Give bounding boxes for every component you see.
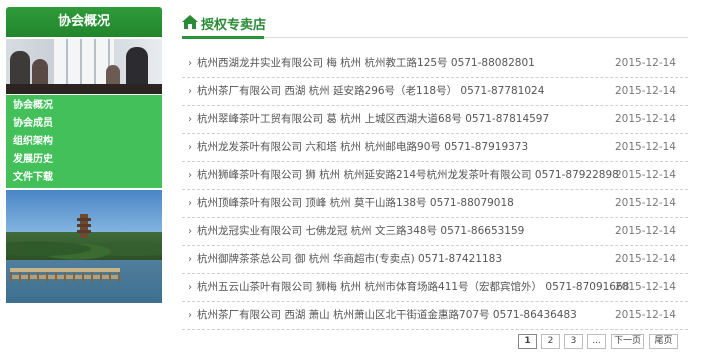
list-item: › 杭州御牌茶茶总公司 御 杭州 华商超市(专卖点) 0571-87421183…	[182, 246, 688, 274]
page-title: 授权专卖店	[201, 18, 267, 33]
list-item-date: 2015-12-14	[614, 253, 676, 265]
list-item-link[interactable]: 杭州龙发茶叶有限公司 六和塔 杭州 杭州邮电路90号 0571-87919373	[197, 134, 528, 161]
last-page-button[interactable]: 尾页	[649, 334, 678, 349]
sidebar-item-structure[interactable]: 组织架构	[6, 133, 162, 151]
list-item-date: 2015-12-14	[614, 197, 676, 209]
list-item: › 杭州狮峰茶叶有限公司 狮 杭州 杭州延安路214号杭州龙发茶叶有限公司 05…	[182, 162, 688, 190]
list-item-date: 2015-12-14	[614, 141, 676, 153]
page-ellipsis-button[interactable]: ...	[587, 334, 606, 349]
list-item-date: 2015-12-14	[614, 281, 676, 293]
list-item-link[interactable]: 杭州顶峰茶叶有限公司 顶峰 杭州 莫干山路138号 0571-88079018	[197, 190, 514, 217]
list-item-link[interactable]: 杭州御牌茶茶总公司 御 杭州 华商超市(专卖点) 0571-87421183	[197, 246, 502, 273]
list-item: › 杭州西湖龙井实业有限公司 梅 杭州 杭州教工路125号 0571-88082…	[182, 50, 688, 78]
chevron-right-icon: ›	[188, 226, 192, 237]
list-item: › 杭州茶厂有限公司 西湖 萧山 杭州萧山区北干街道金惠路707号 0571-8…	[182, 302, 688, 330]
chevron-right-icon: ›	[188, 142, 192, 153]
list-item-link[interactable]: 杭州狮峰茶叶有限公司 狮 杭州 杭州延安路214号杭州龙发茶叶有限公司 0571…	[197, 162, 619, 189]
list-item-date: 2015-12-14	[614, 225, 676, 237]
section-header: 授权专卖店	[182, 10, 688, 39]
list-item: › 杭州五云山茶叶有限公司 狮梅 杭州 杭州市体育场路411号（宏都宾馆外） 0…	[182, 274, 688, 302]
list-item-link[interactable]: 杭州西湖龙井实业有限公司 梅 杭州 杭州教工路125号 0571-8808280…	[197, 50, 535, 77]
chevron-right-icon: ›	[188, 282, 192, 293]
west-lake-photo	[6, 190, 162, 303]
sidebar-item-history[interactable]: 发展历史	[6, 151, 162, 169]
list-item-link[interactable]: 杭州五云山茶叶有限公司 狮梅 杭州 杭州市体育场路411号（宏都宾馆外） 057…	[197, 274, 629, 301]
chevron-right-icon: ›	[188, 170, 192, 181]
list-item-link[interactable]: 杭州茶厂有限公司 西湖 萧山 杭州萧山区北干街道金惠路707号 0571-864…	[197, 302, 577, 329]
chevron-right-icon: ›	[188, 58, 192, 69]
sidebar: 协会概况 协会概况 协会成员 组织架构 发展历史 文件下载	[6, 7, 162, 303]
list-item-date: 2015-12-14	[614, 169, 676, 181]
chevron-right-icon: ›	[188, 114, 192, 125]
home-icon	[182, 15, 198, 29]
list-item-date: 2015-12-14	[614, 85, 676, 97]
page-3-button[interactable]: 3	[564, 334, 583, 349]
sidebar-title: 协会概况	[6, 7, 162, 37]
next-page-button[interactable]: 下一页	[611, 334, 644, 349]
list-item: › 杭州龙冠实业有限公司 七佛龙冠 杭州 文三路348号 0571-866531…	[182, 218, 688, 246]
list-item: › 杭州茶厂有限公司 西湖 杭州 延安路296号（老118号） 0571-877…	[182, 78, 688, 106]
sidebar-item-downloads[interactable]: 文件下载	[6, 169, 162, 187]
sidebar-menu: 协会概况 协会成员 组织架构 发展历史 文件下载	[6, 95, 162, 188]
sidebar-item-members[interactable]: 协会成员	[6, 115, 162, 133]
main-content: 授权专卖店 › 杭州西湖龙井实业有限公司 梅 杭州 杭州教工路125号 0571…	[182, 10, 688, 330]
list-item: › 杭州翠峰茶叶工贸有限公司 葛 杭州 上城区西湖大道68号 0571-8781…	[182, 106, 688, 134]
list-item-date: 2015-12-14	[614, 309, 676, 321]
chevron-right-icon: ›	[188, 86, 192, 97]
page-1-button[interactable]: 1	[518, 334, 537, 349]
store-list: › 杭州西湖龙井实业有限公司 梅 杭州 杭州教工路125号 0571-88082…	[182, 50, 688, 330]
list-item-date: 2015-12-14	[614, 57, 676, 69]
chevron-right-icon: ›	[188, 198, 192, 209]
meeting-photo	[6, 39, 162, 94]
list-item-link[interactable]: 杭州茶厂有限公司 西湖 杭州 延安路296号（老118号） 0571-87781…	[197, 78, 544, 105]
chevron-right-icon: ›	[188, 310, 192, 321]
list-item-link[interactable]: 杭州翠峰茶叶工贸有限公司 葛 杭州 上城区西湖大道68号 0571-878145…	[197, 106, 549, 133]
page-2-button[interactable]: 2	[541, 334, 560, 349]
sidebar-item-overview[interactable]: 协会概况	[6, 97, 162, 115]
list-item-link[interactable]: 杭州龙冠实业有限公司 七佛龙冠 杭州 文三路348号 0571-86653159	[197, 218, 524, 245]
list-item-date: 2015-12-14	[614, 113, 676, 125]
list-item: › 杭州龙发茶叶有限公司 六和塔 杭州 杭州邮电路90号 0571-879193…	[182, 134, 688, 162]
chevron-right-icon: ›	[188, 254, 192, 265]
list-item: › 杭州顶峰茶叶有限公司 顶峰 杭州 莫干山路138号 0571-8807901…	[182, 190, 688, 218]
